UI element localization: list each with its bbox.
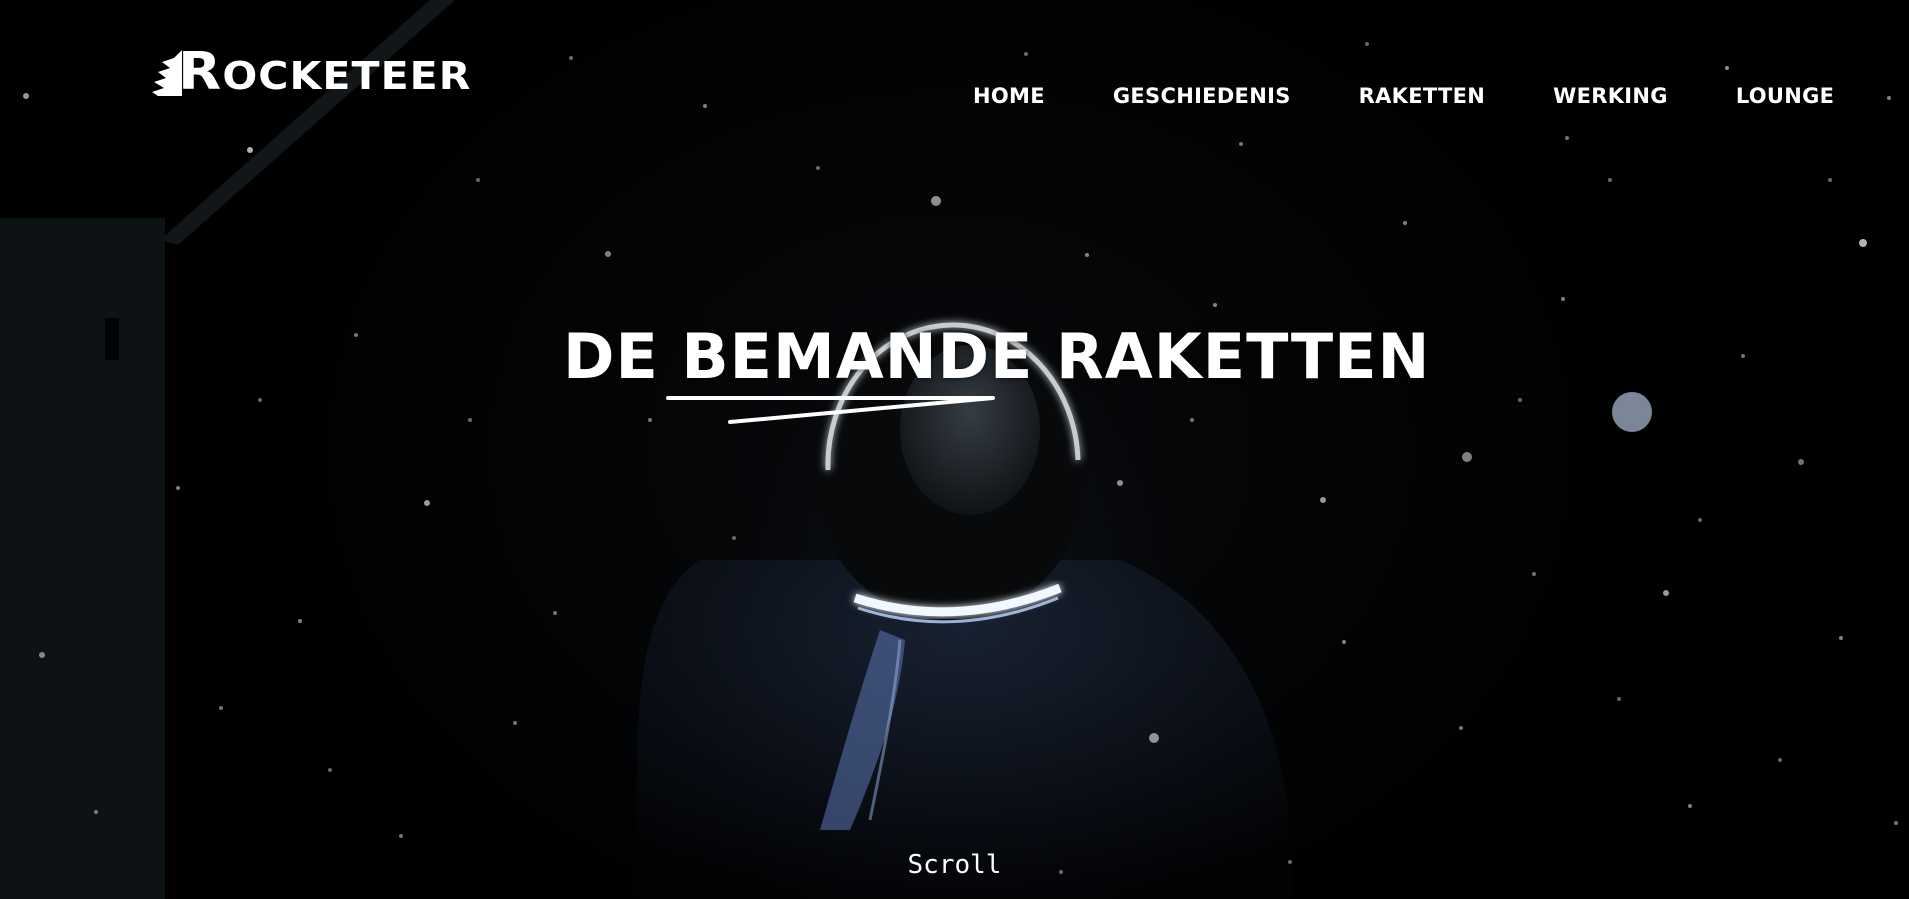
logo-first-letter: R: [178, 42, 223, 102]
scroll-indicator[interactable]: Scroll: [0, 850, 1909, 880]
logo[interactable]: ROCKETEER: [150, 46, 470, 98]
hero-section: ROCKETEER HOME GESCHIEDENIS RAKETTEN WER…: [0, 0, 1909, 899]
hero-title: DE BEMANDE RAKETTEN: [563, 320, 1431, 393]
planet: [1612, 392, 1652, 432]
nav-item-home[interactable]: HOME: [973, 84, 1045, 108]
nav-item-lounge[interactable]: LOUNGE: [1736, 84, 1835, 108]
nav-item-geschiedenis[interactable]: GESCHIEDENIS: [1113, 84, 1291, 108]
nav-item-werking[interactable]: WERKING: [1553, 84, 1668, 108]
logo-text: ROCKETEER: [178, 46, 471, 98]
logo-rest: OCKETEER: [222, 54, 472, 98]
ceiling-beam: [160, 0, 455, 245]
background-scene: [0, 0, 1898, 899]
nav-item-raketten[interactable]: RAKETTEN: [1359, 84, 1486, 108]
main-nav: HOME GESCHIEDENIS RAKETTEN WERKING LOUNG…: [973, 84, 1834, 108]
title-underline: [666, 396, 995, 424]
wall-panel: [0, 218, 165, 899]
